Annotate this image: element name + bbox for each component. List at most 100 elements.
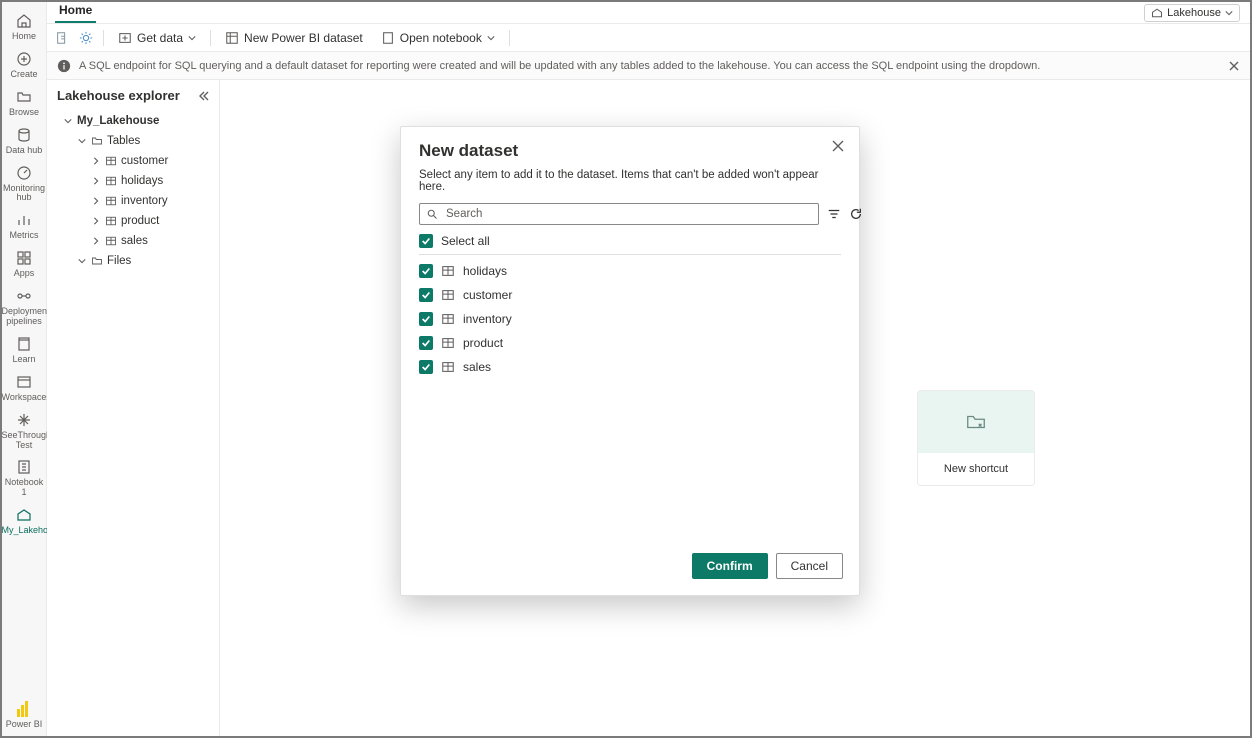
tree-label: sales (121, 235, 148, 247)
explorer-title: Lakehouse explorer (57, 88, 180, 103)
power-bi-icon (2, 700, 47, 718)
collapse-panel-icon[interactable] (197, 90, 209, 102)
search-input[interactable] (444, 207, 812, 221)
rail-label: Home (2, 32, 47, 42)
rail-item-learn[interactable]: Learn (2, 329, 47, 367)
mode-label: Lakehouse (1167, 7, 1221, 19)
lakehouse-icon (1151, 7, 1163, 19)
settings-gear-icon[interactable] (79, 31, 93, 45)
tree-label: holidays (121, 175, 163, 187)
lakehouse-icon (2, 506, 47, 524)
info-close-button[interactable] (1228, 60, 1240, 72)
rail-item-data-hub[interactable]: Data hub (2, 120, 47, 158)
chevron-right-icon (91, 157, 101, 165)
open-notebook-button[interactable]: Open notebook (377, 29, 499, 47)
rail-label: Browse (2, 108, 47, 118)
tree-label: product (121, 215, 159, 227)
left-nav-rail: Home Create Browse Data hub Monitoring h… (2, 2, 47, 736)
tab-home[interactable]: Home (55, 3, 96, 23)
checkbox-checked[interactable] (419, 288, 433, 302)
chevron-down-icon (77, 137, 87, 145)
confirm-button[interactable]: Confirm (692, 553, 768, 579)
dataset-item-customer[interactable]: customer (419, 283, 841, 307)
item-label: holidays (463, 264, 507, 278)
new-dataset-button[interactable]: New Power BI dataset (221, 29, 367, 47)
refresh-icon[interactable] (849, 207, 863, 221)
rail-label: Power BI (2, 720, 47, 730)
mode-dropdown[interactable]: Lakehouse (1144, 4, 1240, 22)
rail-item-apps[interactable]: Apps (2, 243, 47, 281)
tree-root-my-lakehouse[interactable]: My_Lakehouse (51, 111, 215, 131)
rail-item-notebook-1[interactable]: Notebook 1 (2, 452, 47, 500)
get-data-label: Get data (137, 31, 183, 45)
rail-label: My_Lakehouse (2, 526, 47, 536)
item-label: product (463, 336, 503, 350)
shortcut-label: New shortcut (944, 463, 1008, 475)
home-icon (2, 12, 47, 30)
table-icon (441, 312, 455, 326)
get-data-button[interactable]: Get data (114, 29, 200, 47)
tree-table-product[interactable]: product (51, 211, 215, 231)
checkbox-checked[interactable] (419, 360, 433, 374)
new-shortcut-card[interactable]: New shortcut (917, 390, 1035, 486)
rail-label: Deployment pipelines (2, 307, 47, 327)
rail-item-monitoring-hub[interactable]: Monitoring hub (2, 158, 47, 206)
rail-label: Metrics (2, 231, 47, 241)
checkbox-checked[interactable] (419, 312, 433, 326)
chevron-right-icon (91, 177, 101, 185)
tree-table-customer[interactable]: customer (51, 151, 215, 171)
tree-label: My_Lakehouse (77, 115, 159, 127)
rail-item-browse[interactable]: Browse (2, 82, 47, 120)
checkbox-checked[interactable] (419, 234, 433, 248)
rail-label: SeeThrough Test (2, 431, 47, 451)
dialog-close-button[interactable] (831, 139, 845, 153)
dialog-subtitle: Select any item to add it to the dataset… (401, 165, 859, 203)
rail-item-seethrough-test[interactable]: SeeThrough Test (2, 405, 47, 453)
rail-item-my-lakehouse[interactable]: My_Lakehouse (2, 500, 47, 538)
rail-item-deployment-pipelines[interactable]: Deployment pipelines (2, 281, 47, 329)
folder-icon (91, 135, 103, 147)
table-icon (105, 195, 117, 207)
monitor-icon (2, 164, 47, 182)
tree-table-sales[interactable]: sales (51, 231, 215, 251)
new-file-icon[interactable] (55, 31, 69, 45)
checkbox-checked[interactable] (419, 336, 433, 350)
item-label: inventory (463, 312, 512, 326)
tree-tables-folder[interactable]: Tables (51, 131, 215, 151)
dataset-item-sales[interactable]: sales (419, 355, 841, 379)
rail-item-home[interactable]: Home (2, 6, 47, 44)
tree-label: inventory (121, 195, 168, 207)
rail-item-workspaces[interactable]: Workspaces (2, 367, 47, 405)
table-icon (105, 175, 117, 187)
tree-table-inventory[interactable]: inventory (51, 191, 215, 211)
select-all-row[interactable]: Select all (419, 231, 841, 255)
cancel-button[interactable]: Cancel (776, 553, 843, 579)
info-bar: A SQL endpoint for SQL querying and a de… (47, 52, 1250, 80)
select-all-label: Select all (441, 234, 490, 248)
filter-icon[interactable] (827, 207, 841, 221)
dialog-title: New dataset (419, 141, 841, 161)
dataset-item-holidays[interactable]: holidays (419, 259, 841, 283)
rail-item-create[interactable]: Create (2, 44, 47, 82)
folder-shortcut-icon (965, 411, 987, 433)
chevron-right-icon (91, 237, 101, 245)
pipeline-icon (2, 287, 47, 305)
rail-label: Notebook 1 (2, 478, 47, 498)
item-label: customer (463, 288, 512, 302)
get-data-icon (118, 31, 132, 45)
lakehouse-explorer-panel: Lakehouse explorer My_Lakehouse Tables c… (47, 80, 220, 736)
folder-icon (91, 255, 103, 267)
info-icon (57, 59, 71, 73)
dataset-item-inventory[interactable]: inventory (419, 307, 841, 331)
search-box[interactable] (419, 203, 819, 225)
info-text: A SQL endpoint for SQL querying and a de… (79, 60, 1040, 72)
rail-power-bi[interactable]: Power BI (2, 694, 47, 736)
rail-label: Apps (2, 269, 47, 279)
rail-item-metrics[interactable]: Metrics (2, 205, 47, 243)
checkbox-checked[interactable] (419, 264, 433, 278)
dataset-item-product[interactable]: product (419, 331, 841, 355)
new-dataset-label: New Power BI dataset (244, 31, 363, 45)
toolbar: Get data New Power BI dataset Open noteb… (47, 24, 1250, 52)
tree-files-folder[interactable]: Files (51, 251, 215, 271)
tree-table-holidays[interactable]: holidays (51, 171, 215, 191)
